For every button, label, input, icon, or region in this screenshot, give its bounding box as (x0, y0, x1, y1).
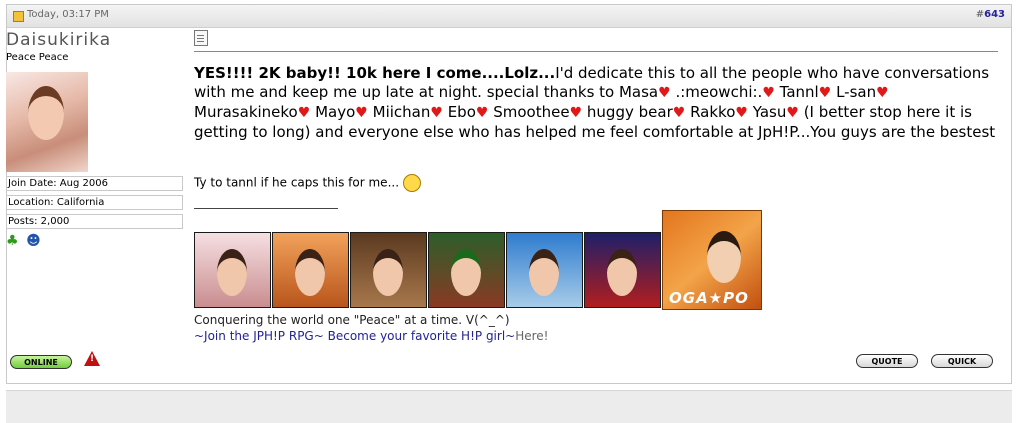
here-link[interactable]: Here! (515, 329, 548, 343)
thanks-name: Smoothee (493, 103, 570, 121)
post-status-icon (13, 11, 24, 22)
banner-photo (428, 232, 505, 308)
signature-links: ~Join the JPH!P RPG~ Become your favorit… (194, 329, 549, 343)
username[interactable]: Daisukirika (6, 30, 190, 50)
heart-icon: ♥ (569, 105, 583, 121)
heart-icon: ♥ (430, 105, 443, 121)
thanks-name: L-san (836, 83, 877, 101)
thanks-name: huggy bear (586, 103, 673, 121)
thanks-name: Tannl (779, 83, 819, 101)
thanks-name: Rakko (690, 103, 736, 121)
banner-logo: OGA★PO (669, 289, 749, 307)
rpg-link[interactable]: ~Join the JPH!P RPG~ (194, 329, 324, 343)
thanks-name: Yasu (752, 103, 787, 121)
heart-icon: ♥ (672, 105, 686, 121)
user-icons: ♣ ☻ (6, 233, 190, 249)
document-icon (194, 30, 208, 46)
bottom-bar (6, 390, 1012, 423)
online-status-button[interactable]: ONLINE (10, 355, 72, 369)
post-header: Today, 03:17 PM #643 (7, 5, 1011, 28)
location: Location: California (6, 195, 183, 210)
join-date: Join Date: Aug 2006 (6, 176, 183, 191)
banner-photo (350, 232, 427, 308)
thanks-name: Mayo (315, 103, 356, 121)
user-info-panel: Daisukirika Peace Peace Join Date: Aug 2… (6, 30, 190, 249)
thanks-name: Ebo (447, 103, 476, 121)
content-separator (194, 51, 998, 52)
thanks-text: Ty to tannl if he caps this for me... (194, 175, 400, 190)
banner-photo (584, 232, 661, 308)
post-count: Posts: 2,000 (6, 214, 183, 229)
post-date: Today, 03:17 PM (27, 9, 109, 20)
banner-photo (506, 232, 583, 308)
heart-icon: ♥ (876, 85, 889, 101)
favorite-girl-link[interactable]: Become your favorite H!P girl~ (328, 329, 516, 343)
user-title: Peace Peace (6, 52, 69, 63)
post-number: #643 (976, 9, 1005, 20)
heart-icon: ♥ (475, 105, 489, 121)
quote-button[interactable]: QUOTE (856, 354, 918, 368)
signature-separator (194, 208, 338, 209)
heart-icon: ♥ (786, 105, 799, 121)
post-number-link[interactable]: 643 (984, 9, 1005, 20)
smile-icon (403, 174, 422, 192)
thanks-name: .:meowchi:. (675, 83, 763, 101)
banner-featured-photo: OGA★PO (662, 210, 762, 310)
banner-photo (272, 232, 349, 308)
post-message: YES!!!! 2K baby!! 10k here I come....Lol… (194, 64, 998, 142)
heart-icon: ♥ (355, 105, 368, 121)
report-post-icon[interactable] (84, 351, 100, 366)
message-headline: YES!!!! 2K baby!! 10k here I come....Lol… (194, 64, 556, 82)
signature-text: Conquering the world one "Peace" at a ti… (194, 313, 510, 327)
heart-icon: ♥ (735, 105, 748, 121)
clover-icon: ♣ (6, 233, 19, 249)
user-icon[interactable]: ☻ (26, 233, 41, 249)
heart-icon: ♥ (762, 85, 775, 101)
thanks-line: Ty to tannl if he caps this for me... (194, 174, 422, 192)
post-number-prefix: # (975, 9, 985, 20)
thanks-name: Murasakineko (194, 103, 298, 121)
thanks-name: Miichan (372, 103, 431, 121)
heart-icon: ♥ (658, 85, 671, 101)
heart-icon: ♥ (818, 85, 832, 101)
banner-photo (194, 232, 271, 308)
heart-icon: ♥ (297, 105, 311, 121)
avatar (6, 72, 88, 172)
quick-reply-button[interactable]: QUICK (931, 354, 993, 368)
